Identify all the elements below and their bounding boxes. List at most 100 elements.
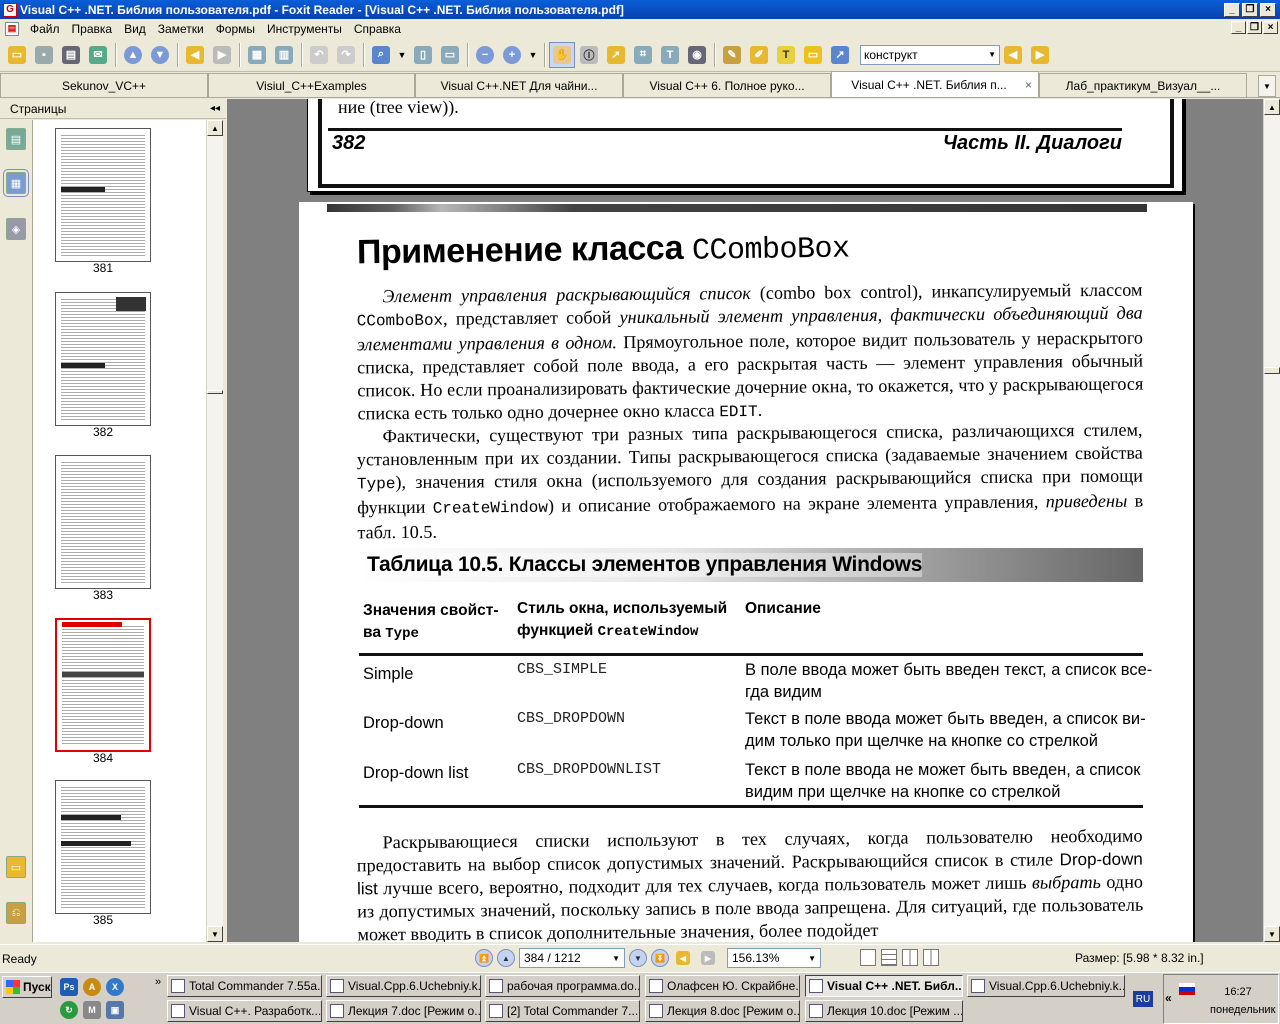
close-x-icon[interactable]: X [106, 978, 124, 996]
tab-close-icon[interactable]: × [1025, 78, 1032, 92]
extract-pages-button[interactable]: ▦ [244, 42, 270, 68]
history-forward-button[interactable]: ▶ [698, 948, 718, 968]
tab-visual-cpp-6[interactable]: Visual C++ 6. Полное руко... [623, 73, 831, 97]
russian-flag-icon[interactable] [1179, 983, 1195, 995]
layers-icon[interactable]: ◈ [6, 218, 26, 240]
taskbar-button-lecture-7[interactable]: Лекция 7.doc [Режим о... [326, 1000, 481, 1022]
page-down-button[interactable]: ▼ [147, 42, 173, 68]
zoom-options-arrow[interactable]: ▼ [526, 42, 540, 68]
taskbar-button-visual-cpp-6b[interactable]: Visual.Cpp.6.Uchebniy.k... [967, 975, 1125, 997]
tools-icon[interactable]: ▣ [106, 1001, 124, 1019]
menu-help[interactable]: Справка [348, 22, 407, 36]
select-text-button[interactable]: Ⓘ [576, 42, 602, 68]
textbox-button[interactable]: T [773, 42, 799, 68]
app-launcher-icon[interactable]: A [83, 978, 101, 996]
thumbnail-page-384[interactable] [55, 618, 151, 752]
typewriter-button[interactable]: T [657, 42, 683, 68]
select-annotation-button[interactable]: ➚ [603, 42, 629, 68]
zoom-dropdown-arrow[interactable]: ▼ [395, 42, 409, 68]
document-icon[interactable]: ▤ [5, 21, 19, 36]
refresh-icon[interactable]: ↻ [60, 1001, 78, 1019]
menu-comments[interactable]: Заметки [152, 22, 210, 36]
hand-tool-button[interactable]: ✋ [549, 41, 575, 68]
zoom-tool-button[interactable]: ⌕ [368, 42, 394, 68]
doc-close-button[interactable]: × [1263, 21, 1278, 34]
snapshot-button[interactable]: ⌗ [630, 42, 656, 68]
scroll-thumb[interactable] [207, 390, 223, 394]
taskbar-button-total-commander-2[interactable]: [2] Total Commander 7.... [485, 1000, 640, 1022]
comments-panel-icon[interactable]: ▭ [6, 856, 26, 878]
scroll-down-button[interactable]: ▼ [1264, 926, 1280, 942]
close-button[interactable]: × [1260, 2, 1276, 17]
document-scrollbar[interactable]: ▲ ▼ [1263, 99, 1280, 942]
zoom-out-button[interactable]: − [472, 42, 498, 68]
fit-page-button[interactable]: ▯ [410, 42, 436, 68]
continuous-icon[interactable] [881, 949, 897, 966]
clock[interactable]: 16:27 понедельник [1210, 983, 1275, 1019]
menu-edit[interactable]: Правка [66, 22, 119, 36]
forward-button[interactable]: ▶ [209, 42, 235, 68]
taskbar-button-visual-cpp-6[interactable]: Visual.Cpp.6.Uchebniy.k... [326, 975, 481, 997]
doc-minimize-button[interactable]: _ [1231, 21, 1246, 34]
scroll-down-button[interactable]: ▼ [207, 926, 223, 942]
tab-visual-cpp-dummies[interactable]: Visual C++.NET Для чайни... [415, 73, 623, 97]
menu-view[interactable]: Вид [118, 22, 152, 36]
tabs-scroll-button[interactable]: ▼ [1258, 75, 1276, 97]
zoom-dropdown-arrow[interactable]: ▼ [805, 954, 816, 963]
menu-forms[interactable]: Формы [210, 22, 261, 36]
search-input[interactable]: конструкт ▼ [860, 44, 1000, 65]
history-back-button[interactable]: ◀ [673, 948, 693, 968]
taskbar-button-lecture-10[interactable]: Лекция 10.doc [Режим ... [805, 1000, 963, 1022]
thumbnail-page-383[interactable] [55, 455, 151, 589]
pages-icon[interactable]: ▦ [3, 169, 29, 197]
thumbnail-page-382[interactable] [55, 292, 151, 426]
tray-expand-icon[interactable]: « [1165, 991, 1172, 1005]
start-button[interactable]: Пуск [2, 976, 52, 998]
open-button[interactable]: ▭ [4, 42, 30, 68]
email-button[interactable]: ✉ [85, 42, 111, 68]
photoshop-icon[interactable]: Ps [60, 978, 78, 996]
m-app-icon[interactable]: M [83, 1001, 101, 1019]
taskbar-button-total-commander[interactable]: Total Commander 7.55a... [167, 975, 322, 997]
find-next-button[interactable]: ▶ [1027, 42, 1053, 68]
page-number-input[interactable]: 384 / 1212 ▼ [519, 948, 625, 968]
insert-pages-button[interactable]: ▥ [271, 42, 297, 68]
minimize-button[interactable]: _ [1224, 2, 1240, 17]
arrow-tool-button[interactable]: ↗ [827, 42, 853, 68]
camera-button[interactable]: ◉ [684, 42, 710, 68]
zoom-input[interactable]: 156.13% ▼ [727, 948, 821, 968]
thumbnails-scrollbar[interactable]: ▲ ▼ [206, 120, 223, 942]
save-button[interactable]: ▪ [31, 42, 57, 68]
back-button[interactable]: ◀ [182, 42, 208, 68]
fit-width-button[interactable]: ▭ [437, 42, 463, 68]
menu-file[interactable]: Файл [24, 22, 66, 36]
tab-sekunov[interactable]: Sekunov_VC++ [0, 73, 208, 97]
language-indicator[interactable]: RU [1133, 991, 1153, 1007]
doc-restore-button[interactable]: ❐ [1247, 21, 1262, 34]
note-button[interactable]: ✐ [746, 42, 772, 68]
page-up-button[interactable]: ▲ [120, 42, 146, 68]
taskbar-button-visual-cpp-dev[interactable]: Visual C++. Разработк... [167, 1000, 322, 1022]
print-button[interactable]: ▤ [58, 42, 84, 68]
foxit-app-icon[interactable]: G [3, 2, 17, 17]
scroll-up-button[interactable]: ▲ [207, 120, 223, 136]
last-page-button[interactable]: ⏬ [651, 949, 669, 967]
redo-button[interactable]: ↷ [333, 42, 359, 68]
pencil-button[interactable]: ✎ [719, 42, 745, 68]
page-dropdown-arrow[interactable]: ▼ [609, 954, 620, 963]
zoom-in-button[interactable]: + [499, 42, 525, 68]
menu-tools[interactable]: Инструменты [261, 22, 348, 36]
taskbar-button-work-program[interactable]: рабочая программа.do... [485, 975, 640, 997]
quicklaunch-more-icon[interactable]: » [155, 976, 161, 988]
taskbar-button-foxit-active[interactable]: Visual C++ .NET. Библ... [805, 975, 963, 997]
attachments-icon[interactable]: ⎌ [6, 902, 26, 924]
bookmarks-icon[interactable]: ▤ [6, 128, 26, 150]
facing-icon[interactable] [902, 949, 918, 966]
find-previous-button[interactable]: ◀ [1000, 42, 1026, 68]
tab-lab-practicum[interactable]: Лаб_практикум_Визуал__... [1039, 73, 1247, 97]
taskbar-button-lecture-8[interactable]: Лекция 8.doc [Режим о... [645, 1000, 800, 1022]
previous-page-button[interactable]: ▲ [497, 949, 515, 967]
next-page-button[interactable]: ▼ [629, 949, 647, 967]
undo-button[interactable]: ↶ [306, 42, 332, 68]
maximize-button[interactable]: ❐ [1242, 2, 1258, 17]
